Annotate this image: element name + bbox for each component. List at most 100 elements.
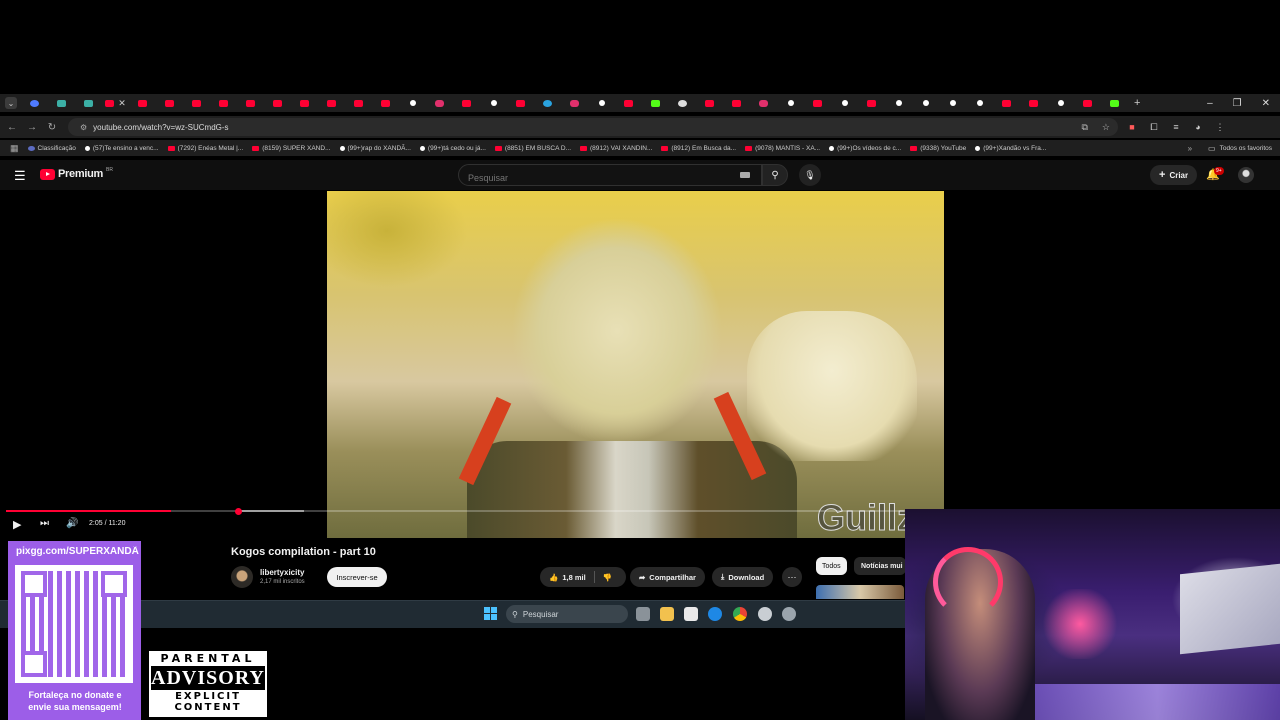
bookmark-item[interactable]: (99+)Xandão vs Fra... bbox=[975, 145, 1046, 152]
browser-tab[interactable] bbox=[507, 94, 534, 112]
volume-icon[interactable]: 🔊 bbox=[66, 518, 78, 529]
close-window-icon[interactable]: ✕ bbox=[1262, 98, 1270, 109]
bookmark-star-icon[interactable]: ☆ bbox=[1102, 122, 1110, 133]
browser-tab[interactable] bbox=[912, 94, 939, 112]
thumbs-down-icon[interactable]: 👎 bbox=[603, 573, 612, 582]
browser-tab[interactable] bbox=[453, 94, 480, 112]
reload-icon[interactable]: ↻ bbox=[42, 122, 62, 133]
bookmark-item[interactable]: (8912) Em Busca da... bbox=[661, 145, 736, 152]
browser-tab[interactable] bbox=[723, 94, 750, 112]
tab-search-icon[interactable]: ≡ bbox=[1168, 122, 1184, 132]
browser-tab[interactable] bbox=[210, 94, 237, 112]
browser-tab[interactable] bbox=[615, 94, 642, 112]
browser-tab[interactable] bbox=[399, 94, 426, 112]
browser-tab[interactable] bbox=[291, 94, 318, 112]
bookmark-item[interactable]: (99+)Os vídeos de c... bbox=[829, 145, 901, 152]
next-video-icon[interactable]: ⏭ bbox=[40, 518, 49, 529]
thumbs-up-icon[interactable]: 👍 bbox=[549, 573, 558, 582]
browser-tab[interactable] bbox=[1074, 94, 1101, 112]
bookmark-item[interactable]: (7292) Enéas Metal |... bbox=[167, 145, 243, 152]
subscribe-button[interactable]: Inscrever-se bbox=[327, 567, 387, 587]
minimize-icon[interactable]: – bbox=[1207, 98, 1213, 109]
forward-icon[interactable]: → bbox=[22, 122, 42, 133]
voice-search-button[interactable]: 🎙 bbox=[799, 164, 821, 186]
bookmark-item[interactable]: (8912) VAI XANDIN... bbox=[580, 145, 652, 152]
browser-tab[interactable] bbox=[831, 94, 858, 112]
browser-tab[interactable] bbox=[939, 94, 966, 112]
browser-tab[interactable] bbox=[426, 94, 453, 112]
restore-icon[interactable]: ❐ bbox=[1233, 98, 1242, 109]
url-field[interactable]: ⚙ youtube.com/watch?v=wz-SUCmdG-s ⧉ ☆ bbox=[68, 118, 1118, 136]
windows-start-icon[interactable] bbox=[484, 607, 497, 620]
new-tab-button[interactable]: + bbox=[1134, 97, 1140, 109]
browser-tab[interactable] bbox=[1020, 94, 1047, 112]
site-info-icon[interactable]: ⚙ bbox=[80, 123, 87, 132]
bookmark-item[interactable]: (8159) SUPER XAND... bbox=[252, 145, 331, 152]
browser-tab[interactable] bbox=[1047, 94, 1074, 112]
download-button[interactable]: ⤓ Download bbox=[712, 567, 774, 587]
progress-scrubber-handle[interactable] bbox=[235, 508, 242, 515]
browser-tab[interactable] bbox=[561, 94, 588, 112]
browser-tab[interactable] bbox=[777, 94, 804, 112]
profile-avatar-icon[interactable]: ◕ bbox=[1190, 122, 1206, 132]
back-icon[interactable]: ← bbox=[2, 122, 22, 133]
create-button[interactable]: + Criar bbox=[1150, 165, 1198, 185]
browser-tab[interactable] bbox=[129, 94, 156, 112]
browser-tab[interactable] bbox=[588, 94, 615, 112]
settings-gear-icon[interactable] bbox=[782, 607, 796, 621]
browser-tab[interactable] bbox=[966, 94, 993, 112]
browser-tab[interactable] bbox=[183, 94, 210, 112]
bookmark-item[interactable]: (99+)tá cedo ou já... bbox=[419, 145, 486, 152]
browser-menu-icon[interactable]: ⋮ bbox=[1212, 122, 1228, 132]
share-button[interactable]: ➦ Compartilhar bbox=[630, 567, 705, 587]
task-view-icon[interactable] bbox=[636, 607, 650, 621]
tab-search-dropdown-button[interactable]: ⌄ bbox=[5, 97, 17, 109]
browser-tab[interactable] bbox=[993, 94, 1020, 112]
chrome-icon[interactable] bbox=[733, 607, 747, 621]
bookmark-item[interactable]: (9338) YouTube bbox=[910, 145, 966, 152]
extensions-puzzle-icon[interactable]: ⧠ bbox=[1146, 122, 1162, 132]
app-icon[interactable] bbox=[758, 607, 772, 621]
chevron-right-icon[interactable]: » bbox=[1188, 144, 1192, 153]
browser-tab[interactable] bbox=[804, 94, 831, 112]
install-app-icon[interactable]: ⧉ bbox=[1081, 122, 1087, 133]
edge-icon[interactable] bbox=[708, 607, 722, 621]
browser-tab[interactable] bbox=[480, 94, 507, 112]
browser-tab[interactable] bbox=[75, 94, 102, 112]
bookmark-item[interactable]: (8851) EM BUSCA D... bbox=[494, 145, 571, 152]
browser-tab[interactable] bbox=[750, 94, 777, 112]
browser-tab[interactable] bbox=[642, 94, 669, 112]
browser-tab[interactable] bbox=[534, 94, 561, 112]
browser-tab[interactable] bbox=[345, 94, 372, 112]
browser-tab[interactable] bbox=[156, 94, 183, 112]
apps-grid-icon[interactable]: ▦ bbox=[10, 143, 19, 154]
browser-tab[interactable] bbox=[669, 94, 696, 112]
browser-tab[interactable] bbox=[237, 94, 264, 112]
chip-all[interactable]: Todos bbox=[816, 557, 847, 575]
bookmark-item[interactable]: (57)Te ensino a venc... bbox=[84, 145, 159, 152]
like-count[interactable]: 1,8 mil bbox=[562, 573, 585, 582]
hamburger-menu-icon[interactable]: ☰ bbox=[14, 168, 26, 184]
more-actions-icon[interactable]: ⋯ bbox=[782, 567, 802, 587]
browser-tab[interactable] bbox=[858, 94, 885, 112]
browser-tab[interactable] bbox=[372, 94, 399, 112]
store-icon[interactable] bbox=[684, 607, 698, 621]
recommended-video-thumbnail[interactable] bbox=[816, 585, 904, 599]
chip-news[interactable]: Notícias mui bbox=[854, 557, 906, 575]
video-player[interactable]: Guillz bbox=[327, 191, 944, 538]
browser-tab[interactable] bbox=[21, 94, 48, 112]
account-avatar[interactable] bbox=[1238, 167, 1254, 183]
bookmark-item[interactable]: Classificação bbox=[27, 145, 76, 152]
browser-tab[interactable]: ✕ bbox=[102, 94, 129, 112]
channel-name[interactable]: libertyxicity bbox=[260, 568, 304, 577]
tab-close-icon[interactable]: ✕ bbox=[118, 98, 126, 109]
search-input[interactable] bbox=[458, 164, 762, 186]
browser-tab[interactable] bbox=[885, 94, 912, 112]
play-icon[interactable]: ▶ bbox=[13, 518, 21, 531]
bookmark-item[interactable]: (99+)rap do XANDÃ... bbox=[339, 145, 411, 152]
youtube-premium-logo[interactable]: Premium BR bbox=[40, 167, 113, 180]
browser-tab[interactable] bbox=[1101, 94, 1128, 112]
all-bookmarks-button[interactable]: » ▭ Todos os favoritos bbox=[1188, 144, 1280, 153]
extension-icon[interactable]: ■ bbox=[1124, 122, 1140, 132]
browser-tab[interactable] bbox=[318, 94, 345, 112]
